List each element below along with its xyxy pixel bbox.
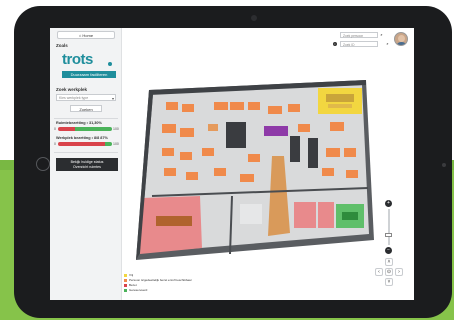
main-area: Zoek persoon ⌕ Zoek ID ⌕ i Vrij Persoon … <box>122 28 414 300</box>
recenter-button[interactable]: ⊙ <box>385 268 393 276</box>
zoom-in-button[interactable]: + <box>385 200 392 207</box>
sidebar: ⌂ Home Zoals trots Duurzaam faciliteren … <box>50 28 122 300</box>
home-button[interactable]: ⌂ Home <box>57 31 115 39</box>
sensor-dot <box>442 163 446 167</box>
desk[interactable] <box>344 148 356 157</box>
desk[interactable] <box>268 106 282 114</box>
cabinet <box>308 138 318 168</box>
workplace-occupancy-free <box>104 142 112 146</box>
room-occupancy-min: 0 <box>54 127 56 131</box>
desk[interactable] <box>214 168 226 176</box>
room-occupancy-fill <box>58 127 75 131</box>
desk[interactable] <box>166 102 178 110</box>
room-occupied[interactable] <box>318 202 334 228</box>
divider <box>54 152 118 153</box>
meeting-table <box>326 94 354 102</box>
desk[interactable] <box>322 168 334 176</box>
zoom-slider-handle[interactable] <box>385 233 392 237</box>
zoom-control: + − <box>384 200 394 256</box>
zoom-slider[interactable] <box>388 209 390 245</box>
legend-label: Gereserveerd <box>129 288 148 292</box>
desk[interactable] <box>298 124 310 132</box>
desk[interactable] <box>182 104 194 112</box>
desk[interactable] <box>288 104 300 112</box>
meeting-table <box>156 216 192 226</box>
desk[interactable] <box>162 124 176 133</box>
desk[interactable] <box>248 154 260 162</box>
search-button[interactable]: Zoeken <box>70 105 102 112</box>
desk[interactable] <box>164 168 176 176</box>
pan-right-button[interactable]: › <box>395 268 403 276</box>
workplace-occupancy-label: Werkplek bezetting • 8/8 87% <box>56 136 108 140</box>
cabinet <box>290 136 300 162</box>
chevron-down-icon: ▾ <box>111 96 114 101</box>
purple-room[interactable] <box>264 126 288 136</box>
app-screen: ⌂ Home Zoals trots Duurzaam faciliteren … <box>50 28 414 300</box>
workplace-occupancy-min: 0 <box>54 142 56 146</box>
select-placeholder: Kies werkplek type <box>59 96 89 100</box>
workplace-occupancy-max: 100 <box>113 142 119 146</box>
pan-left-button[interactable]: ‹ <box>375 268 383 276</box>
room-occupancy-label: Ruimtebezetting • 31,30% <box>56 121 102 125</box>
legend-swatch <box>124 289 127 292</box>
company-logo: trots Duurzaam faciliteren <box>56 49 116 83</box>
cabinet <box>226 122 246 148</box>
desk[interactable] <box>208 124 218 131</box>
pan-down-button[interactable]: ˅ <box>385 278 393 286</box>
workplace-occupancy-fill <box>58 142 105 146</box>
desk[interactable] <box>240 174 254 182</box>
camera-icon <box>251 15 257 21</box>
room-occupied[interactable] <box>294 202 316 228</box>
desk[interactable] <box>230 102 244 110</box>
desk[interactable] <box>248 102 260 110</box>
logo-tagline: Duurzaam faciliteren <box>62 71 116 78</box>
status-overview-button[interactable]: Bekijk huidige status Overzicht ruimtes <box>56 158 118 171</box>
desk[interactable] <box>162 148 174 156</box>
divider <box>54 118 118 119</box>
workplace-occupancy-bar <box>58 142 112 146</box>
tablet-home-button <box>36 157 50 171</box>
workplace-type-select[interactable]: Kies werkplek type ▾ <box>56 94 116 101</box>
meeting-table <box>328 104 352 108</box>
desk[interactable] <box>180 128 194 137</box>
pan-up-button[interactable]: ˄ <box>385 258 393 266</box>
desk[interactable] <box>326 148 340 157</box>
desk[interactable] <box>330 122 344 131</box>
desk[interactable] <box>202 148 214 156</box>
legend-swatch <box>124 284 127 287</box>
room-occupancy-max: 100 <box>113 127 119 131</box>
location-label: Zoals <box>56 43 68 48</box>
desk[interactable] <box>180 152 192 160</box>
desk[interactable] <box>214 102 228 110</box>
legend-swatch <box>124 279 127 282</box>
meeting-table <box>342 212 358 220</box>
floor-plan[interactable] <box>122 28 414 300</box>
room-occupancy-bar <box>58 127 112 131</box>
zoom-out-button[interactable]: − <box>385 247 392 254</box>
overview-line: Overzicht ruimtes <box>73 164 101 169</box>
desk[interactable] <box>346 170 358 178</box>
desk[interactable] <box>186 172 198 180</box>
room[interactable] <box>240 204 262 224</box>
legend-swatch <box>124 274 127 277</box>
legend-label: Persoon is/gedeeltelijk bezet en/of besc… <box>129 278 192 282</box>
search-workplace-label: Zoek werkplek <box>56 87 88 92</box>
logo-text: trots <box>62 51 93 68</box>
room-occupancy-free <box>74 127 112 131</box>
logo-dot-icon <box>108 62 112 66</box>
